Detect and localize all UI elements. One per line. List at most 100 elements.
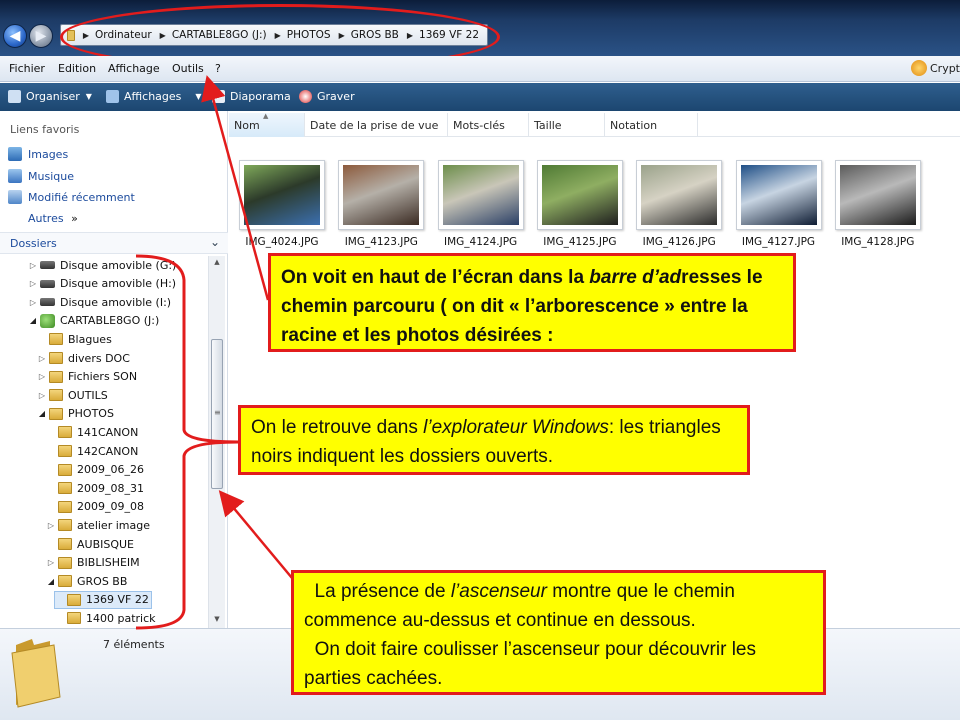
callout-emphasis: l’explorateur Windows — [423, 417, 609, 438]
expanded-triangle-icon[interactable]: ◢ — [28, 316, 38, 325]
favorite-images[interactable]: Images — [8, 147, 68, 161]
expanded-triangle-icon[interactable]: ◢ — [37, 409, 47, 418]
collapsed-triangle-icon[interactable]: ▷ — [28, 261, 38, 270]
menu-fichier[interactable]: Fichier — [9, 62, 45, 75]
file-thumbnail[interactable] — [437, 160, 524, 230]
file-thumbnail[interactable] — [834, 160, 921, 230]
file-name[interactable]: IMG_4124.JPG — [433, 236, 529, 248]
folders-header[interactable]: Dossiers ⌄ — [0, 232, 228, 254]
tree-item[interactable]: 1369 VF 22 — [54, 590, 152, 609]
item-count: 7 éléments — [103, 638, 165, 651]
organiser-button[interactable]: Organiser ▼ — [8, 90, 92, 103]
file-name[interactable]: IMG_4123.JPG — [333, 236, 429, 248]
favorite-label: Images — [28, 147, 69, 161]
drive-icon — [40, 261, 55, 269]
chevron-down-icon: ⌄ — [209, 235, 220, 249]
tree-item[interactable]: ◢ PHOTOS — [37, 405, 114, 423]
file-name[interactable]: IMG_4127.JPG — [731, 236, 827, 248]
callout-emphasis: barre d’ad — [589, 267, 682, 288]
file-thumbnail[interactable] — [735, 160, 822, 230]
more-label: Autres — [28, 212, 64, 225]
tree-item-label: OUTILS — [68, 388, 108, 402]
column-label: Mots-clés — [453, 119, 505, 132]
tree-scrollbar[interactable]: ▲ ≡ ▼ — [208, 256, 225, 631]
collapsed-triangle-icon[interactable]: ▷ — [46, 558, 56, 567]
callout-text: On le retrouve dans — [251, 417, 424, 438]
column-nom[interactable]: ▲ Nom — [229, 112, 305, 137]
tree-item[interactable]: ▷ Disque amovible (I:) — [28, 293, 171, 311]
file-thumbnail[interactable] — [338, 160, 425, 230]
menu-outils[interactable]: Outils — [172, 62, 204, 75]
column-size[interactable]: Taille — [529, 113, 605, 137]
photo-image — [839, 165, 916, 225]
file-thumbnail[interactable] — [536, 160, 623, 230]
organiser-label: Organiser — [26, 90, 80, 103]
expanded-triangle-icon[interactable]: ◢ — [46, 577, 56, 586]
crypt-button[interactable]: Crypt — [910, 60, 960, 76]
collapsed-triangle-icon[interactable]: ▷ — [46, 521, 56, 530]
back-button[interactable]: ◀ — [3, 24, 27, 48]
collapsed-triangle-icon[interactable]: ▷ — [37, 354, 47, 363]
tree-item[interactable]: 2009_08_31 — [46, 479, 144, 497]
pictures-icon — [8, 147, 22, 161]
tree-item-label: 1369 VF 22 — [86, 593, 149, 607]
callout-explorer: On le retrouve dans l’explorateur Window… — [238, 405, 750, 475]
crypt-label: Crypt — [929, 61, 960, 75]
tree-item[interactable]: ▷ OUTILS — [37, 386, 108, 404]
column-keywords[interactable]: Mots-clés — [448, 113, 529, 137]
photo-image — [343, 165, 420, 225]
photo-image — [641, 165, 718, 225]
scroll-up-icon[interactable]: ▲ — [209, 258, 225, 272]
tree-item[interactable]: 2009_09_08 — [46, 498, 144, 516]
tree-item[interactable]: ◢ CARTABLE8GO (J:) — [28, 312, 159, 330]
toolbar: Organiser ▼ Affichages ▼ Diaporama Grave… — [0, 83, 960, 111]
tree-item[interactable]: 1400 patrick — [55, 609, 156, 627]
organize-icon — [8, 90, 21, 103]
diaporama-button[interactable]: Diaporama — [212, 90, 291, 103]
tree-item[interactable]: ▷ Fichiers SON — [37, 368, 137, 386]
file-name[interactable]: IMG_4125.JPG — [532, 236, 628, 248]
menu-help[interactable]: ? — [215, 62, 221, 75]
scroll-down-icon[interactable]: ▼ — [209, 615, 225, 629]
tree-item[interactable]: ▷ atelier image — [46, 516, 150, 534]
tree-item[interactable]: 142CANON — [46, 442, 138, 460]
file-thumbnail[interactable] — [636, 160, 723, 230]
tree-item[interactable]: ◢ GROS BB — [46, 572, 127, 590]
tree-item[interactable]: ▷ Disque amovible (G:) — [28, 256, 176, 274]
file-name[interactable]: IMG_4024.JPG — [234, 236, 330, 248]
column-label: Nom — [234, 119, 260, 132]
file-name[interactable]: IMG_4126.JPG — [631, 236, 727, 248]
forward-button[interactable]: ▶ — [29, 24, 53, 48]
tree-item[interactable]: AUBISQUE — [46, 535, 134, 553]
collapsed-triangle-icon[interactable]: ▷ — [28, 279, 38, 288]
tree-item[interactable]: ▷ Disque amovible (H:) — [28, 275, 176, 293]
tree-item[interactable]: Blagues — [37, 330, 112, 348]
scrollbar-thumb[interactable]: ≡ — [211, 339, 223, 489]
lock-icon — [910, 60, 927, 76]
tree-item[interactable]: 141CANON — [46, 423, 138, 441]
favorite-label: Musique — [28, 169, 74, 183]
tree-item[interactable]: ▷ BIBLISHEIM — [46, 554, 140, 572]
affichages-button[interactable]: Affichages ▼ — [106, 90, 202, 103]
chevron-down-icon: ▼ — [85, 92, 92, 101]
menu-edition[interactable]: Edition — [58, 62, 96, 75]
burn-disc-icon — [299, 90, 312, 103]
favorite-recent[interactable]: Modifié récemment — [8, 190, 135, 204]
callout-address-bar: On voit en haut de l’écran dans la barre… — [268, 253, 796, 352]
file-thumbnail[interactable] — [239, 160, 325, 230]
folder-icon — [49, 352, 63, 364]
favorites-more-link[interactable]: Autres » — [28, 212, 78, 225]
column-date[interactable]: Date de la prise de vue — [305, 113, 448, 137]
menu-affichage[interactable]: Affichage — [108, 62, 160, 75]
collapsed-triangle-icon[interactable]: ▷ — [37, 372, 47, 381]
tree-item[interactable]: 2009_06_26 — [46, 461, 144, 479]
column-rating[interactable]: Notation — [605, 113, 698, 137]
collapsed-triangle-icon[interactable]: ▷ — [37, 391, 47, 400]
tree-item[interactable]: ▷ divers DOC — [37, 349, 130, 367]
collapsed-triangle-icon[interactable]: ▷ — [28, 298, 38, 307]
graver-button[interactable]: Graver — [299, 90, 355, 103]
callout-text: La présence de — [304, 581, 451, 602]
folder-icon — [58, 575, 72, 588]
file-name[interactable]: IMG_4128.JPG — [830, 236, 926, 248]
favorite-musique[interactable]: Musique — [8, 169, 74, 183]
